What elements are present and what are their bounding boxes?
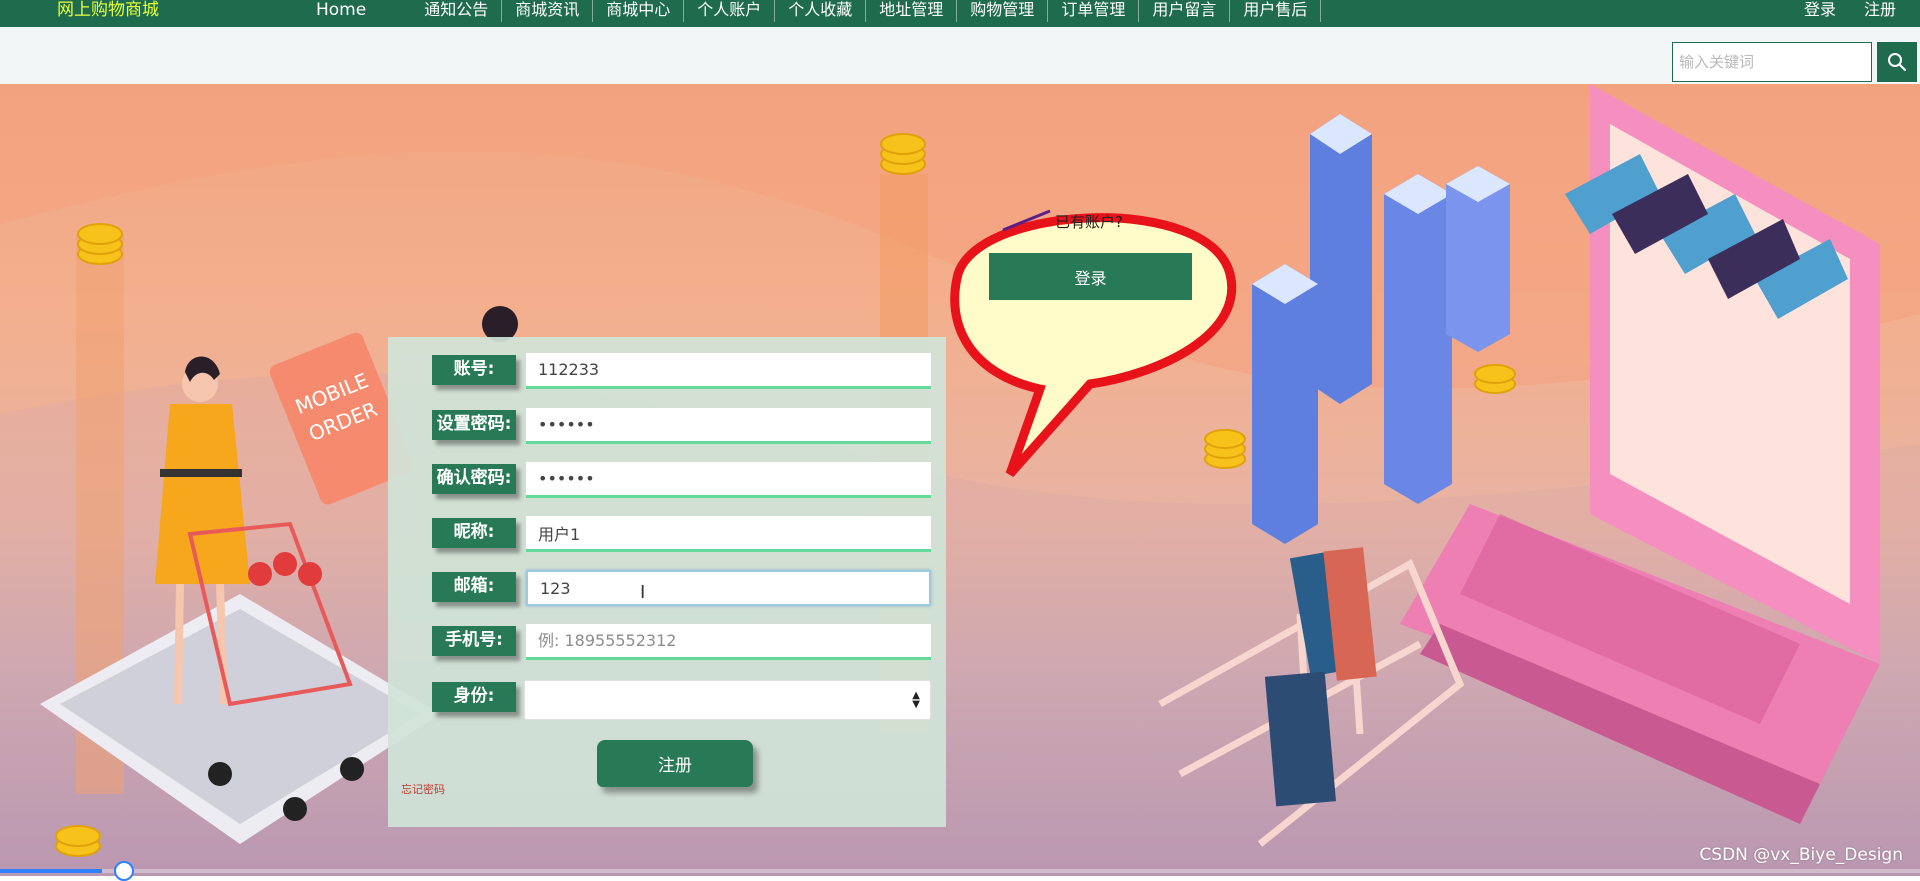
site-brand[interactable]: 网上购物商城 [57, 0, 159, 22]
hero-background: MOBILE ORDER [0, 84, 1920, 876]
nav-notices[interactable]: 通知公告 [411, 0, 503, 22]
password-label: 设置密码: [432, 410, 516, 440]
i-beam-cursor-icon: I [640, 582, 646, 603]
select-arrows-icon: ▲ ▼ [912, 690, 920, 710]
progress-fill [0, 869, 102, 873]
nickname-input[interactable] [526, 516, 931, 552]
register-submit-button[interactable]: 注册 [597, 740, 753, 787]
identity-row: 身份: ▲ ▼ [432, 680, 932, 720]
nav-mall-center[interactable]: 商城中心 [593, 0, 685, 22]
nav-favorites[interactable]: 个人收藏 [775, 0, 867, 22]
nav-news[interactable]: 商城资讯 [502, 0, 594, 22]
search-bar [0, 27, 1920, 85]
auth-links: 登录 注册 [1790, 0, 1920, 22]
progress-knob[interactable] [114, 861, 134, 881]
nav-personal-account[interactable]: 个人账户 [684, 0, 776, 22]
nav-orders[interactable]: 订单管理 [1048, 0, 1140, 22]
search-button[interactable] [1877, 42, 1917, 82]
phone-row: 手机号: [432, 624, 932, 664]
phone-label: 手机号: [432, 626, 516, 656]
main-nav: Home 通知公告 商城资讯 商城中心 个人账户 个人收藏 地址管理 购物管理 … [296, 0, 1322, 27]
account-row: 账号: [432, 353, 932, 393]
search-input[interactable] [1672, 42, 1872, 82]
email-row: 邮箱: [432, 570, 932, 610]
identity-select[interactable]: ▲ ▼ [524, 680, 931, 720]
media-progress-bar[interactable] [0, 861, 1920, 881]
password-input[interactable] [526, 408, 931, 444]
header-login-link[interactable]: 登录 [1790, 0, 1850, 22]
header-register-link[interactable]: 注册 [1850, 0, 1910, 22]
account-label: 账号: [432, 355, 516, 385]
nickname-label: 昵称: [432, 518, 516, 548]
email-input[interactable] [526, 570, 931, 606]
nav-address[interactable]: 地址管理 [866, 0, 958, 22]
search-icon [1888, 53, 1907, 72]
forgot-password-link[interactable]: 忘记密码 [401, 781, 445, 797]
nav-home[interactable]: Home [296, 0, 411, 22]
nav-after-sales[interactable]: 用户售后 [1230, 0, 1322, 22]
email-label: 邮箱: [432, 572, 516, 602]
top-nav: 网上购物商城 Home 通知公告 商城资讯 商城中心 个人账户 个人收藏 地址管… [0, 0, 1920, 27]
existing-account-prompt: 已有账户? [1055, 213, 1123, 231]
nav-messages[interactable]: 用户留言 [1139, 0, 1231, 22]
hero-illustration: MOBILE ORDER [0, 84, 1920, 876]
confirm-password-input[interactable] [526, 462, 931, 498]
confirm-password-label: 确认密码: [432, 464, 516, 494]
confirm-password-row: 确认密码: [432, 462, 932, 502]
password-row: 设置密码: [432, 408, 932, 448]
nickname-row: 昵称: [432, 516, 932, 556]
account-input[interactable] [526, 353, 931, 389]
watermark: CSDN @vx_Biye_Design [1699, 845, 1903, 865]
nav-shopping[interactable]: 购物管理 [957, 0, 1049, 22]
phone-input[interactable] [526, 624, 931, 660]
identity-label: 身份: [432, 682, 516, 712]
bubble-login-button[interactable]: 登录 [989, 253, 1192, 300]
